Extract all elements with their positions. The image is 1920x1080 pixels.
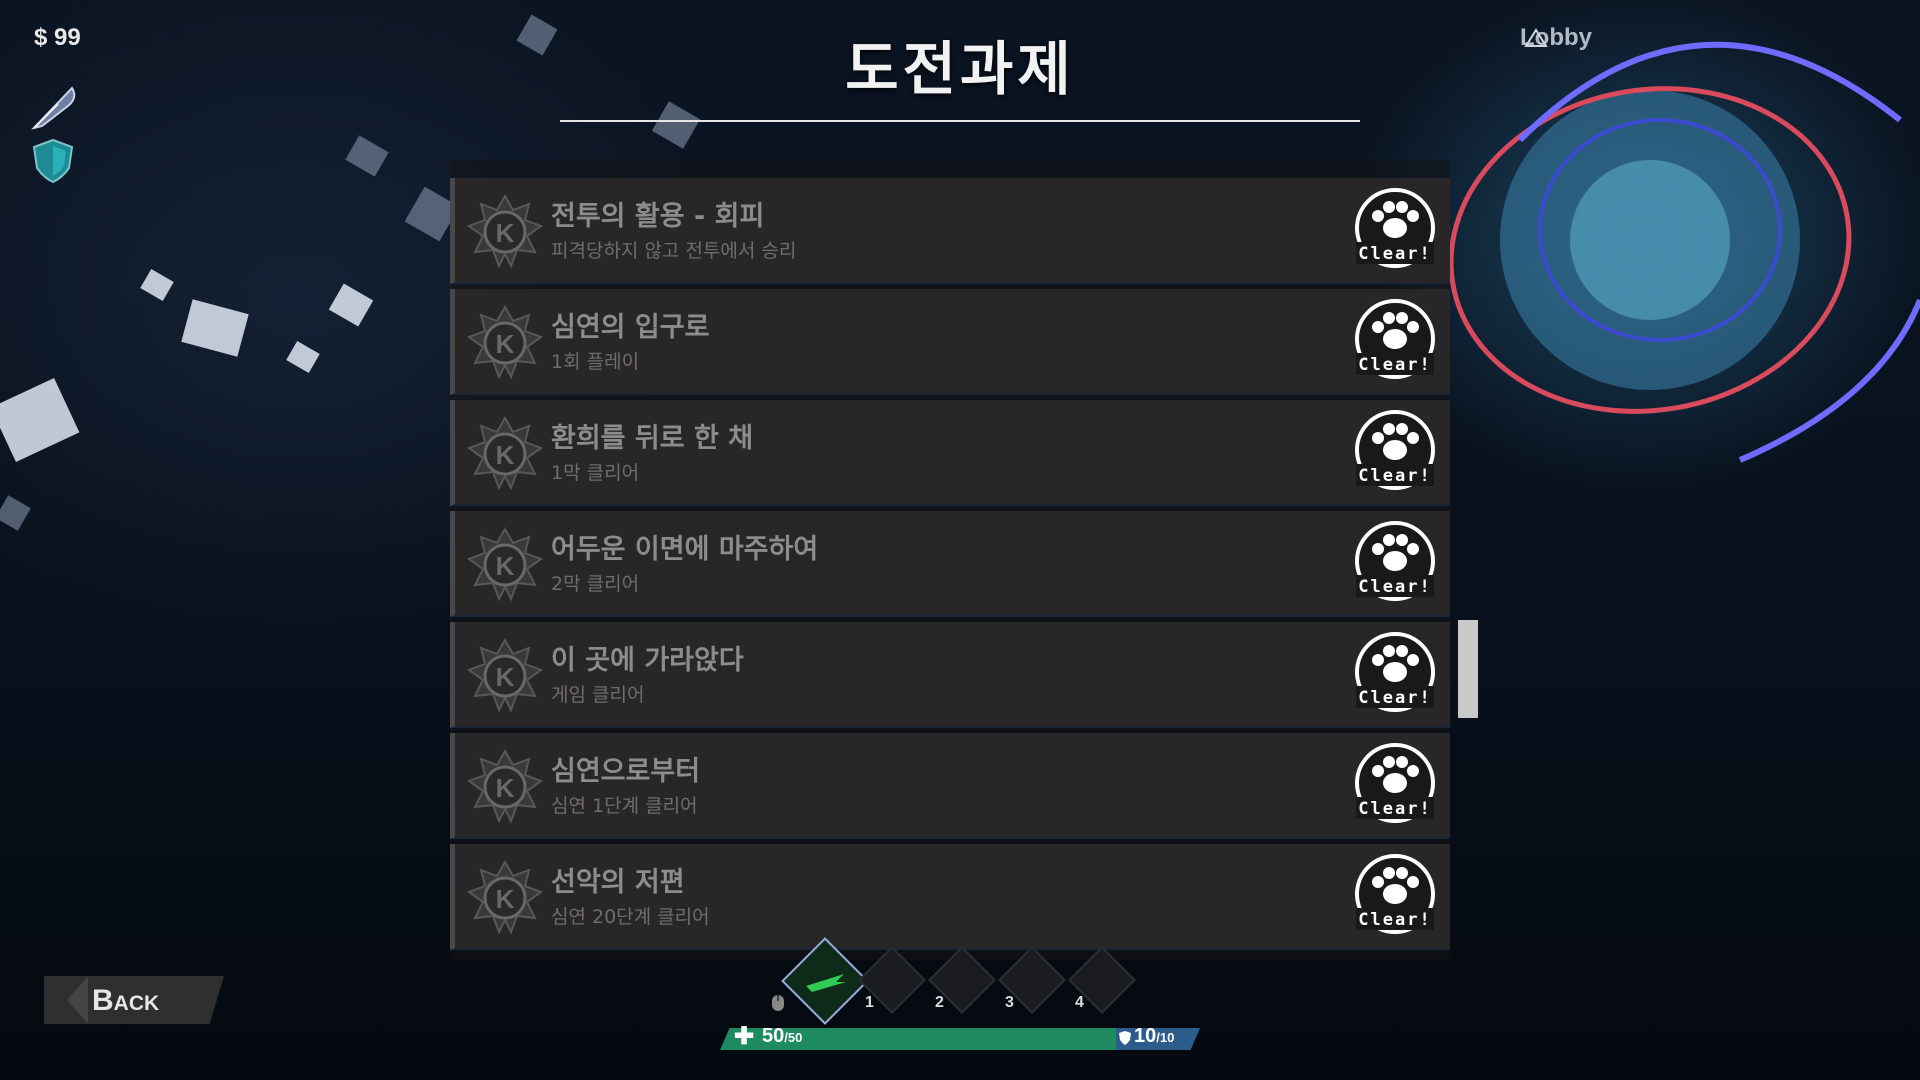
background-shard bbox=[0, 495, 31, 531]
health-current: 50 bbox=[762, 1025, 785, 1047]
shield-icon bbox=[32, 138, 74, 184]
background-shard bbox=[345, 135, 389, 177]
achievement-emblem-icon: K bbox=[466, 415, 544, 491]
slot-number-2: 2 bbox=[935, 994, 944, 1011]
mouse-icon bbox=[772, 995, 784, 1011]
clear-badge: Clear! bbox=[1352, 854, 1438, 940]
background-shard bbox=[516, 14, 558, 56]
achievement-desc: 게임 클리어 bbox=[551, 684, 645, 706]
achievement-desc: 1막 클리어 bbox=[551, 462, 640, 484]
achievement-name: 어두운 이면에 마주하여 bbox=[551, 534, 819, 565]
dash-skill-icon bbox=[806, 974, 846, 992]
achievement-name: 이 곳에 가라앉다 bbox=[551, 645, 744, 676]
clear-badge: Clear! bbox=[1352, 188, 1438, 274]
achievement-row[interactable]: K 이 곳에 가라앉다게임 클리어 Clear! bbox=[450, 622, 1450, 728]
background-shard bbox=[181, 299, 249, 357]
achievement-row[interactable]: K 환희를 뒤로 한 채 1막 클리어 Clear! bbox=[450, 400, 1450, 506]
money-counter: $ 99 bbox=[34, 24, 81, 51]
health-plus-icon: ✚ bbox=[734, 1023, 755, 1050]
achievement-row[interactable]: K 심연의 입구로 1회 플레이 Clear! bbox=[450, 289, 1450, 395]
skill-slot-bar: 1 2 3 4 bbox=[770, 937, 1150, 1025]
achievement-name: 심연의 입구로 bbox=[551, 312, 710, 343]
health-text: 50/50 bbox=[762, 1025, 802, 1048]
feather-icon bbox=[30, 86, 76, 130]
slot-number-1: 1 bbox=[865, 994, 874, 1011]
achievement-emblem-icon: K bbox=[466, 859, 544, 935]
svg-text:K: K bbox=[496, 218, 515, 248]
scrollbar-thumb[interactable] bbox=[1458, 620, 1478, 718]
achievement-list[interactable]: K 전투의 활용 - 회피피격당하지 않고 전투에서 승리 Clear! K 심연의 입… bbox=[450, 160, 1450, 960]
clear-badge: Clear! bbox=[1352, 299, 1438, 385]
shield-small-icon bbox=[1119, 1031, 1131, 1045]
back-button[interactable]: Back bbox=[44, 976, 224, 1024]
achievement-desc: 1회 플레이 bbox=[551, 351, 640, 373]
svg-text:K: K bbox=[496, 773, 515, 803]
back-arrow-icon bbox=[67, 976, 88, 1024]
lobby-label: Lobby bbox=[1520, 24, 1592, 51]
svg-text:K: K bbox=[496, 440, 515, 470]
achievement-name: 심연으로부터 bbox=[551, 756, 701, 787]
achievement-row[interactable]: K 심연으로부터심연 1단계 클리어 Clear! bbox=[450, 733, 1450, 839]
skill-slot-active[interactable] bbox=[781, 937, 869, 1025]
background-shard bbox=[140, 268, 174, 302]
background-shard bbox=[286, 340, 320, 374]
clear-badge-label: Clear! bbox=[1358, 799, 1432, 819]
achievement-desc: 피격당하지 않고 전투에서 승리 bbox=[551, 240, 797, 262]
svg-text:K: K bbox=[496, 884, 515, 914]
clear-badge: Clear! bbox=[1352, 521, 1438, 607]
slot-number-3: 3 bbox=[1005, 994, 1014, 1011]
clear-badge: Clear! bbox=[1352, 410, 1438, 496]
svg-text:K: K bbox=[496, 329, 515, 359]
svg-text:K: K bbox=[496, 662, 515, 692]
clear-badge: Clear! bbox=[1352, 743, 1438, 829]
clear-badge-label: Clear! bbox=[1358, 466, 1432, 486]
shield-text: 10/10 bbox=[1134, 1025, 1174, 1048]
background-portal bbox=[1448, 41, 1920, 463]
title-divider bbox=[560, 120, 1360, 122]
achievement-row[interactable]: K 어두운 이면에 마주하여 2막 클리어 Clear! bbox=[450, 511, 1450, 617]
background-shard bbox=[0, 378, 80, 462]
clear-badge-label: Clear! bbox=[1358, 244, 1432, 264]
achievement-emblem-icon: K bbox=[466, 748, 544, 824]
health-max: /50 bbox=[784, 1030, 803, 1045]
clear-badge-label: Clear! bbox=[1358, 355, 1432, 375]
clear-badge-label: Clear! bbox=[1358, 688, 1432, 708]
achievement-name: 환희를 뒤로 한 채 bbox=[551, 423, 754, 454]
achievement-emblem-icon: K bbox=[466, 526, 544, 602]
achievement-row[interactable]: K 전투의 활용 - 회피피격당하지 않고 전투에서 승리 Clear! bbox=[450, 178, 1450, 284]
page-title: 도전과제 bbox=[845, 35, 1075, 103]
achievement-emblem-icon: K bbox=[466, 193, 544, 269]
shield-max: /10 bbox=[1156, 1030, 1175, 1045]
clear-badge-label: Clear! bbox=[1358, 577, 1432, 597]
background-shard bbox=[651, 101, 701, 149]
achievement-name: 선악의 저편 bbox=[551, 867, 685, 898]
shield-current: 10 bbox=[1134, 1025, 1157, 1047]
achievement-desc: 2막 클리어 bbox=[551, 573, 640, 595]
clear-badge: Clear! bbox=[1352, 632, 1438, 718]
achievement-emblem-icon: K bbox=[466, 304, 544, 380]
achievement-desc: 심연 1단계 클리어 bbox=[551, 795, 698, 817]
achievement-name: 전투의 활용 - 회피 bbox=[551, 201, 765, 232]
svg-text:K: K bbox=[496, 551, 515, 581]
background-shard bbox=[328, 283, 374, 327]
achievement-emblem-icon: K bbox=[466, 637, 544, 713]
slot-number-4: 4 bbox=[1075, 994, 1084, 1011]
clear-badge-label: Clear! bbox=[1358, 910, 1432, 930]
achievement-desc: 심연 20단계 클리어 bbox=[551, 906, 710, 928]
achievement-row[interactable]: K 선악의 저편심연 20단계 클리어 Clear! bbox=[450, 844, 1450, 950]
back-label: Back bbox=[92, 984, 160, 1017]
